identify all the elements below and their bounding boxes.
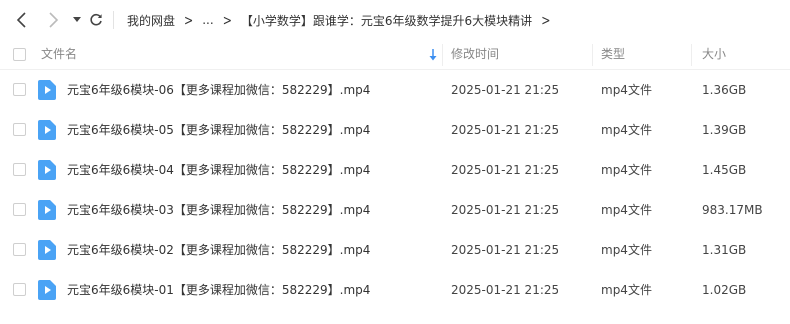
file-type: mp4文件 [601, 243, 652, 257]
forward-button[interactable] [43, 10, 63, 30]
file-modified: 2025-01-21 21:25 [451, 123, 560, 137]
file-type: mp4文件 [601, 163, 652, 177]
video-file-icon [38, 200, 56, 220]
file-size: 1.45GB [702, 163, 747, 177]
refresh-button[interactable] [86, 10, 106, 30]
file-type: mp4文件 [601, 203, 652, 217]
row-checkbox[interactable] [13, 203, 26, 216]
file-name[interactable]: 元宝6年级6模块-01【更多课程加微信：582229】.mp4 [67, 270, 370, 310]
file-size: 1.39GB [702, 123, 747, 137]
file-modified: 2025-01-21 21:25 [451, 83, 560, 97]
row-checkbox[interactable] [13, 163, 26, 176]
table-row[interactable]: 元宝6年级6模块-01【更多课程加微信：582229】.mp4 2025-01-… [0, 270, 790, 310]
breadcrumb: 我的网盘 > ... > 【小学数学】跟谁学：元宝6年级数学提升6大模块精讲 > [127, 0, 559, 40]
table-row[interactable]: 元宝6年级6模块-05【更多课程加微信：582229】.mp4 2025-01-… [0, 110, 790, 150]
column-header-name[interactable]: 文件名 [41, 40, 77, 70]
breadcrumb-separator: > [541, 11, 551, 29]
video-file-icon [38, 160, 56, 180]
file-name[interactable]: 元宝6年级6模块-06【更多课程加微信：582229】.mp4 [67, 70, 370, 110]
file-size: 1.31GB [702, 243, 747, 257]
breadcrumb-item-root[interactable]: 我的网盘 [127, 12, 175, 29]
file-modified: 2025-01-21 21:25 [451, 163, 560, 177]
breadcrumb-item-current[interactable]: 【小学数学】跟谁学：元宝6年级数学提升6大模块精讲 [241, 12, 532, 29]
chevron-right-icon [49, 12, 59, 28]
column-header-size[interactable]: 大小 [702, 40, 726, 70]
file-type: mp4文件 [601, 123, 652, 137]
column-divider[interactable] [691, 44, 692, 66]
column-header-modified[interactable]: 修改时间 [451, 40, 499, 70]
row-checkbox[interactable] [13, 283, 26, 296]
breadcrumb-separator: > [222, 11, 232, 29]
file-name[interactable]: 元宝6年级6模块-02【更多课程加微信：582229】.mp4 [67, 230, 370, 270]
file-size: 1.02GB [702, 283, 747, 297]
file-modified: 2025-01-21 21:25 [451, 243, 560, 257]
file-modified: 2025-01-21 21:25 [451, 283, 560, 297]
file-name[interactable]: 元宝6年级6模块-04【更多课程加微信：582229】.mp4 [67, 150, 370, 190]
table-row[interactable]: 元宝6年级6模块-03【更多课程加微信：582229】.mp4 2025-01-… [0, 190, 790, 230]
refresh-icon [90, 13, 102, 26]
row-checkbox[interactable] [13, 83, 26, 96]
video-file-icon [38, 240, 56, 260]
column-divider[interactable] [592, 44, 593, 66]
video-file-icon [38, 280, 56, 300]
video-file-icon [38, 120, 56, 140]
breadcrumb-separator: > [184, 11, 194, 29]
history-dropdown-button[interactable] [67, 10, 87, 30]
row-checkbox[interactable] [13, 123, 26, 136]
chevron-left-icon [16, 12, 26, 28]
file-name[interactable]: 元宝6年级6模块-05【更多课程加微信：582229】.mp4 [67, 110, 370, 150]
toolbar: 我的网盘 > ... > 【小学数学】跟谁学：元宝6年级数学提升6大模块精讲 > [0, 0, 790, 40]
file-name[interactable]: 元宝6年级6模块-03【更多课程加微信：582229】.mp4 [67, 190, 370, 230]
caret-down-icon [73, 17, 81, 22]
column-header-type[interactable]: 类型 [601, 40, 625, 70]
file-size: 1.36GB [702, 83, 747, 97]
file-size: 983.17MB [702, 203, 763, 217]
file-type: mp4文件 [601, 83, 652, 97]
file-modified: 2025-01-21 21:25 [451, 203, 560, 217]
video-file-icon [38, 80, 56, 100]
table-row[interactable]: 元宝6年级6模块-06【更多课程加微信：582229】.mp4 2025-01-… [0, 70, 790, 110]
row-checkbox[interactable] [13, 243, 26, 256]
file-type: mp4文件 [601, 283, 652, 297]
select-all-checkbox[interactable] [13, 48, 26, 61]
sort-down-arrow-icon[interactable] [428, 48, 438, 62]
breadcrumb-item-ellipsis[interactable]: ... [202, 13, 213, 27]
table-row[interactable]: 元宝6年级6模块-04【更多课程加微信：582229】.mp4 2025-01-… [0, 150, 790, 190]
toolbar-divider [113, 11, 114, 29]
back-button[interactable] [12, 10, 32, 30]
table-header: 文件名 修改时间 类型 大小 [0, 40, 790, 70]
table-row[interactable]: 元宝6年级6模块-02【更多课程加微信：582229】.mp4 2025-01-… [0, 230, 790, 270]
column-divider[interactable] [442, 44, 443, 66]
